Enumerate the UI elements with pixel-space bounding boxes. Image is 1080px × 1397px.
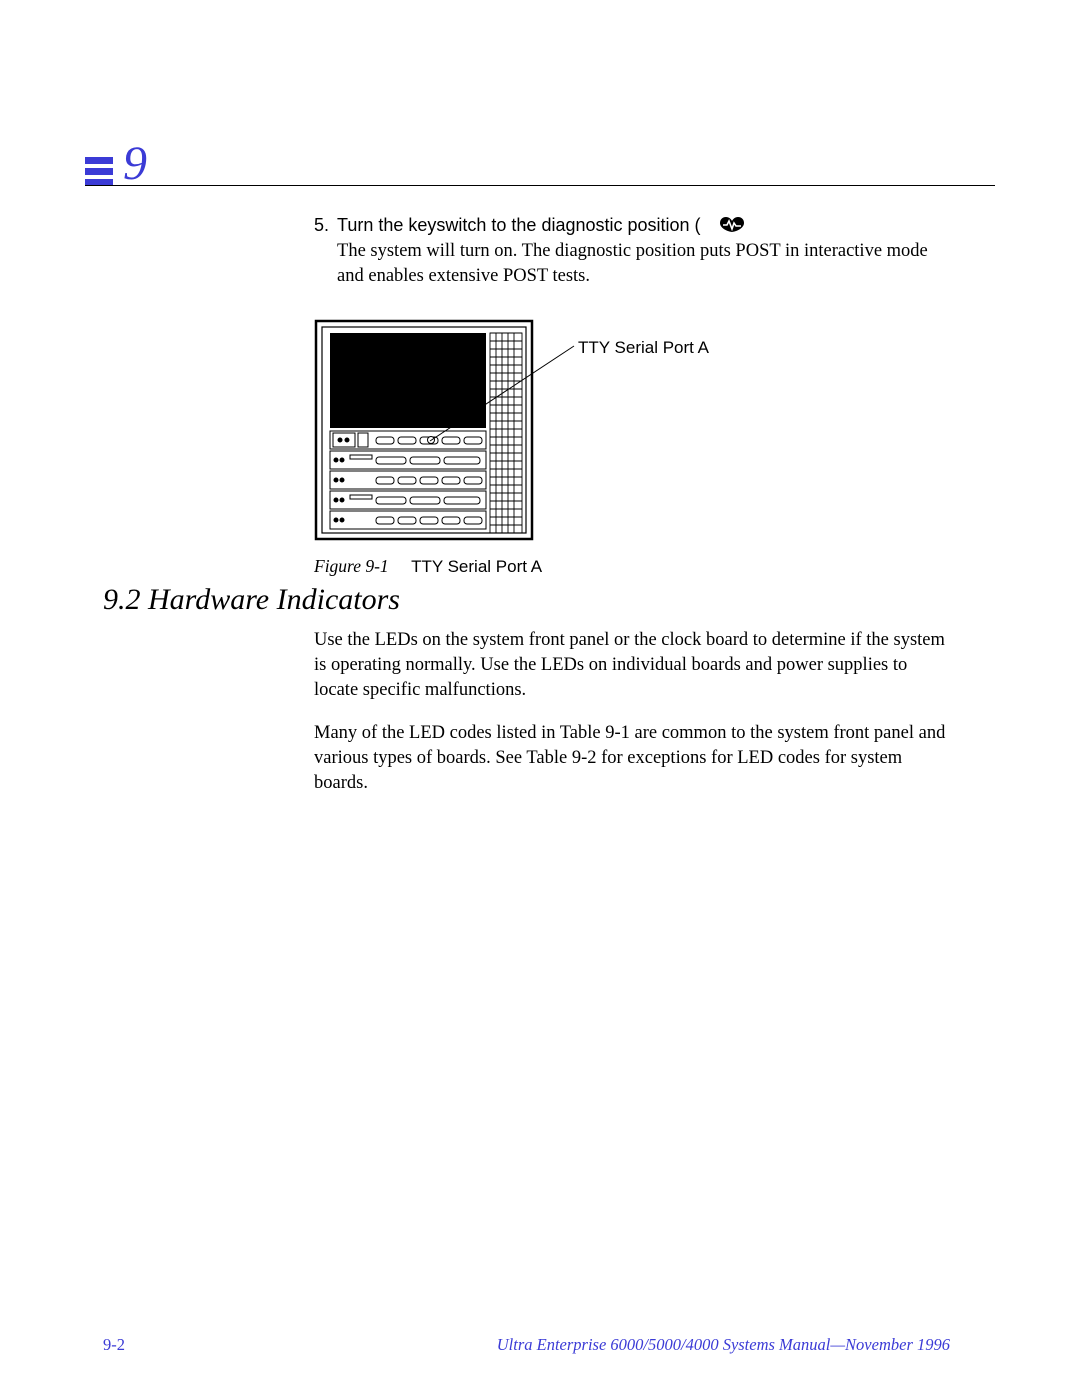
page-footer: 9-2 Ultra Enterprise 6000/5000/4000 Syst… <box>103 1335 950 1355</box>
footer-title: Ultra Enterprise 6000/5000/4000 Systems … <box>497 1335 950 1355</box>
page-number: 9-2 <box>103 1335 125 1355</box>
figure-9-1: TTY Serial Port A Figure 9-1 TTY Serial … <box>314 319 950 579</box>
section-heading: 9.2 Hardware Indicators <box>103 583 400 617</box>
step-lead: Turn the keyswitch to the diagnostic pos… <box>337 215 701 235</box>
step-number: 5. <box>314 213 329 289</box>
section-p1: Use the LEDs on the system front panel o… <box>314 628 950 703</box>
figure-callout: TTY Serial Port A <box>578 337 709 360</box>
diagnostic-icon <box>719 215 745 233</box>
section-p2: Many of the LED codes listed in Table 9-… <box>314 721 950 796</box>
chapter-number: 9 <box>123 140 147 188</box>
step-body: The system will turn on. The diagnostic … <box>337 239 950 289</box>
figure-number: Figure 9-1 <box>314 556 389 576</box>
header-rule <box>85 185 995 186</box>
section-body: Use the LEDs on the system front panel o… <box>314 628 950 814</box>
chapter-header: 9 <box>85 140 995 188</box>
chapter-bars-icon <box>85 154 113 188</box>
step-5: 5. Turn the keyswitch to the diagnostic … <box>314 213 950 289</box>
figure-caption: Figure 9-1 TTY Serial Port A <box>314 555 950 579</box>
figure-title: TTY Serial Port A <box>411 557 542 576</box>
